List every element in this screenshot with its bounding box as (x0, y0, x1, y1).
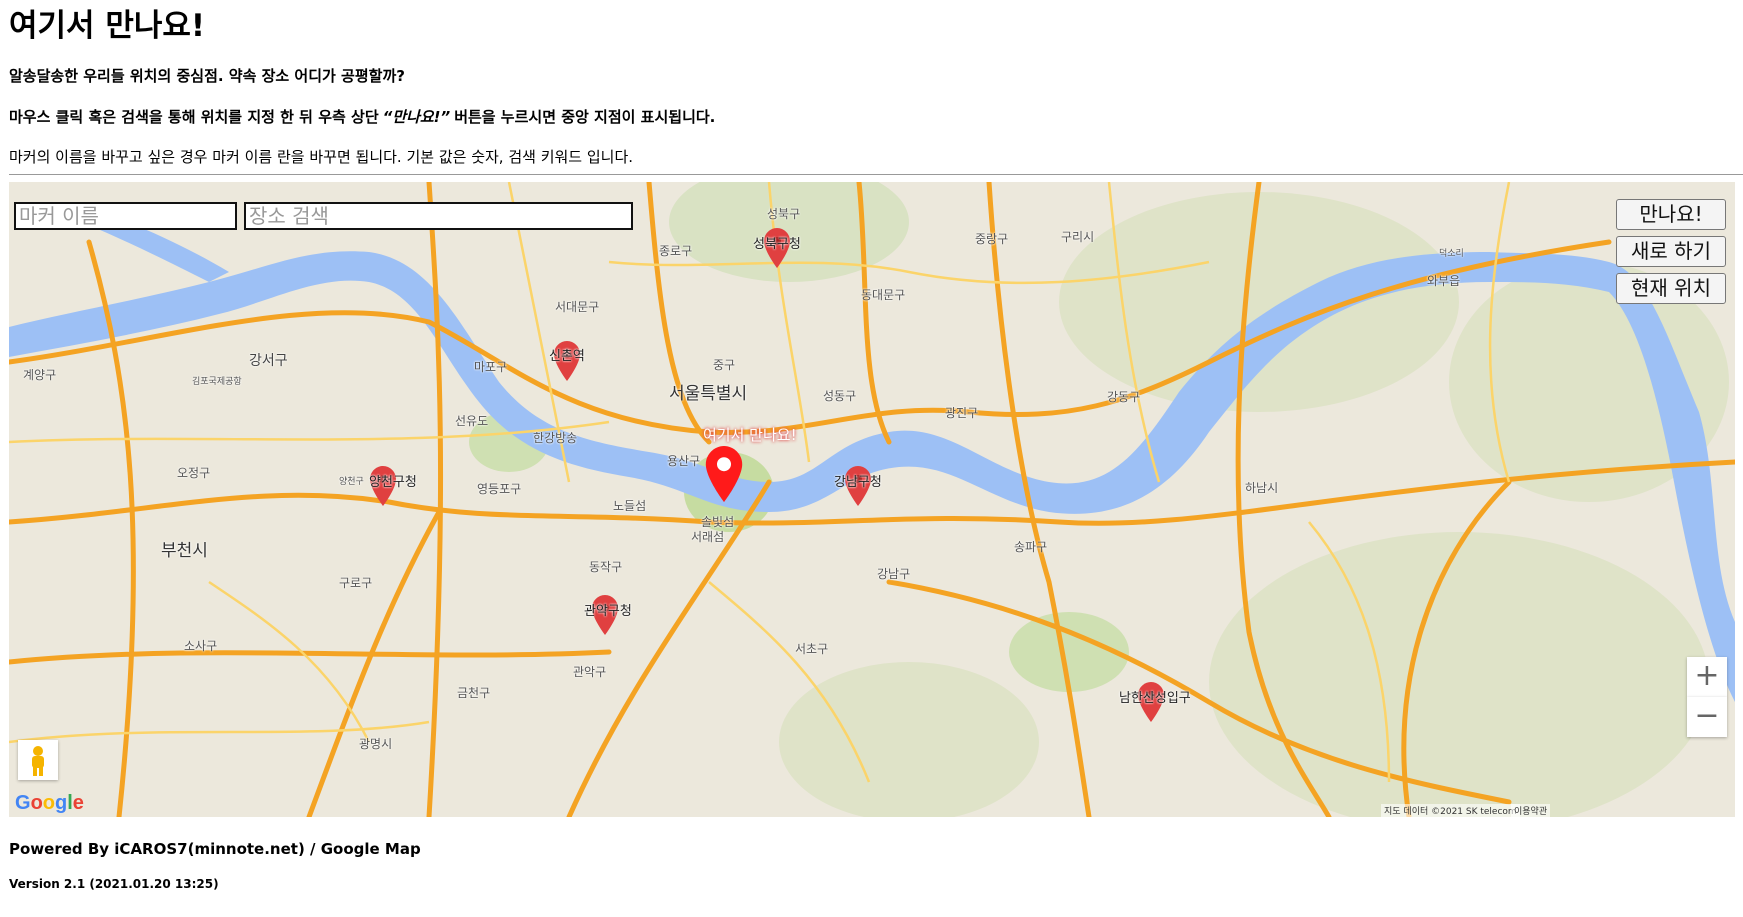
place-search-input[interactable]: 장소 검색 (244, 202, 633, 230)
map-label-dongjak: 동작구 (589, 560, 623, 574)
map-label-gangnam: 강남구 (877, 567, 911, 581)
instruction: 마우스 클릭 혹은 검색을 통해 위치를 지정 한 뒤 우측 상단 “만나요!” 버… (9, 107, 1734, 127)
map-label-seonyudo: 선유도 (455, 414, 489, 428)
instruction-prefix: 마우스 클릭 혹은 검색을 통해 위치를 지정 한 뒤 우측 상단 (9, 108, 379, 126)
marker-label: 신촌역 (549, 349, 585, 364)
map-label-seorae: 서래섬 (691, 530, 725, 544)
google-logo: Google (15, 792, 84, 814)
instruction-quoted: “만나요!” (382, 108, 451, 126)
map-label-geumcheon: 금천구 (457, 686, 491, 700)
map-label-sosa: 소사구 (184, 639, 218, 653)
map-label-seoul: 서울특별시 (669, 384, 748, 404)
divider (9, 174, 1743, 175)
marker-label: 강남구청 (834, 475, 882, 490)
map-base-layer (9, 182, 1735, 817)
map-label-mapo: 마포구 (474, 360, 508, 374)
map-label-solbit: 솔빛섬 (701, 515, 735, 529)
marker-name-note: 마커의 이름을 바꾸고 싶은 경우 마커 이름 란을 바꾸면 됩니다. 기본 값… (9, 148, 634, 166)
center-marker-icon[interactable] (703, 446, 745, 502)
map-label-jungnang: 중랑구 (975, 232, 1009, 246)
map-label-seongdong: 성동구 (823, 389, 857, 403)
map-label-jongno: 종로구 (659, 244, 693, 258)
map-label-ojeong: 오정구 (177, 466, 211, 480)
instruction-suffix: 버튼을 누르시면 중앙 지점이 표시됩니다. (454, 108, 716, 126)
map-label-jung: 중구 (713, 358, 736, 372)
map-label-gimpo-airport: 김포국제공항 (192, 377, 242, 387)
marker-label: 남한산성입구 (1119, 691, 1191, 706)
map-label-gangdong: 강동구 (1107, 390, 1141, 404)
zoom-out-button[interactable]: − (1687, 697, 1727, 737)
center-marker-label: 여기서 만나요! (703, 426, 797, 444)
map-label-gwangjin: 광진구 (945, 406, 979, 420)
map-canvas[interactable]: 서울특별시 강서구 김포국제공항 마포구 서대문구 종로구 중구 성북구 동대문… (9, 182, 1735, 817)
powered-by: Powered By iCAROS7(minnote.net) / Google… (9, 840, 421, 858)
map-label-guro: 구로구 (339, 576, 373, 590)
map-label-yangcheon: 양천구 (339, 477, 364, 487)
map-label-yongsan: 용산구 (667, 454, 701, 468)
meet-button[interactable]: 만나요! (1616, 199, 1726, 230)
marker-label: 관악구청 (584, 604, 632, 619)
map-label-seocho: 서초구 (795, 642, 829, 656)
map-attribution: 지도 데이터 ©2021 SK telecom (1381, 804, 1520, 817)
marker-name-input[interactable]: 마커 이름 (14, 202, 237, 230)
map-label-guri: 구리시 (1061, 230, 1095, 244)
map-label-hangang-park: 한강방송 (533, 431, 578, 445)
map-label-deokso: 덕소리 (1439, 249, 1464, 259)
map-label-seongbuk: 성북구 (767, 207, 801, 221)
marker-label: 성북구청 (753, 237, 801, 252)
map-label-yeongdeungpo: 영등포구 (477, 482, 522, 496)
map-label-gangseo: 강서구 (249, 353, 288, 369)
page-title: 여기서 만나요! (9, 8, 206, 44)
reset-button[interactable]: 새로 하기 (1616, 236, 1726, 267)
page: 여기서 만나요! 알송달송한 우리들 위치의 중심점. 약속 장소 어디가 공평… (0, 0, 1743, 892)
map-label-gyeyang: 계양구 (23, 368, 57, 382)
map-label-gwangmyeong: 광명시 (359, 737, 393, 751)
map-terms-link[interactable]: 이용약관 (1511, 804, 1551, 817)
map-label-nodeulseom: 노들섬 (613, 499, 647, 513)
subtitle: 알송달송한 우리들 위치의 중심점. 약속 장소 어디가 공평할까? (9, 67, 405, 85)
marker-label: 양천구청 (369, 475, 417, 490)
map-label-wabu: 와부읍 (1427, 274, 1461, 288)
street-view-pegman-icon[interactable] (18, 740, 58, 780)
map-label-hanam: 하남시 (1245, 481, 1279, 495)
map-label-songpa: 송파구 (1014, 540, 1048, 554)
current-location-button[interactable]: 현재 위치 (1616, 273, 1726, 304)
map-label-dongdaemun: 동대문구 (861, 288, 906, 302)
map-label-bucheon: 부천시 (161, 541, 208, 561)
zoom-in-button[interactable]: + (1687, 657, 1727, 697)
map-label-gwanak: 관악구 (573, 665, 607, 679)
version-text: Version 2.1 (2021.01.20 13:25) (9, 877, 219, 891)
map-label-seodaemun: 서대문구 (555, 300, 600, 314)
